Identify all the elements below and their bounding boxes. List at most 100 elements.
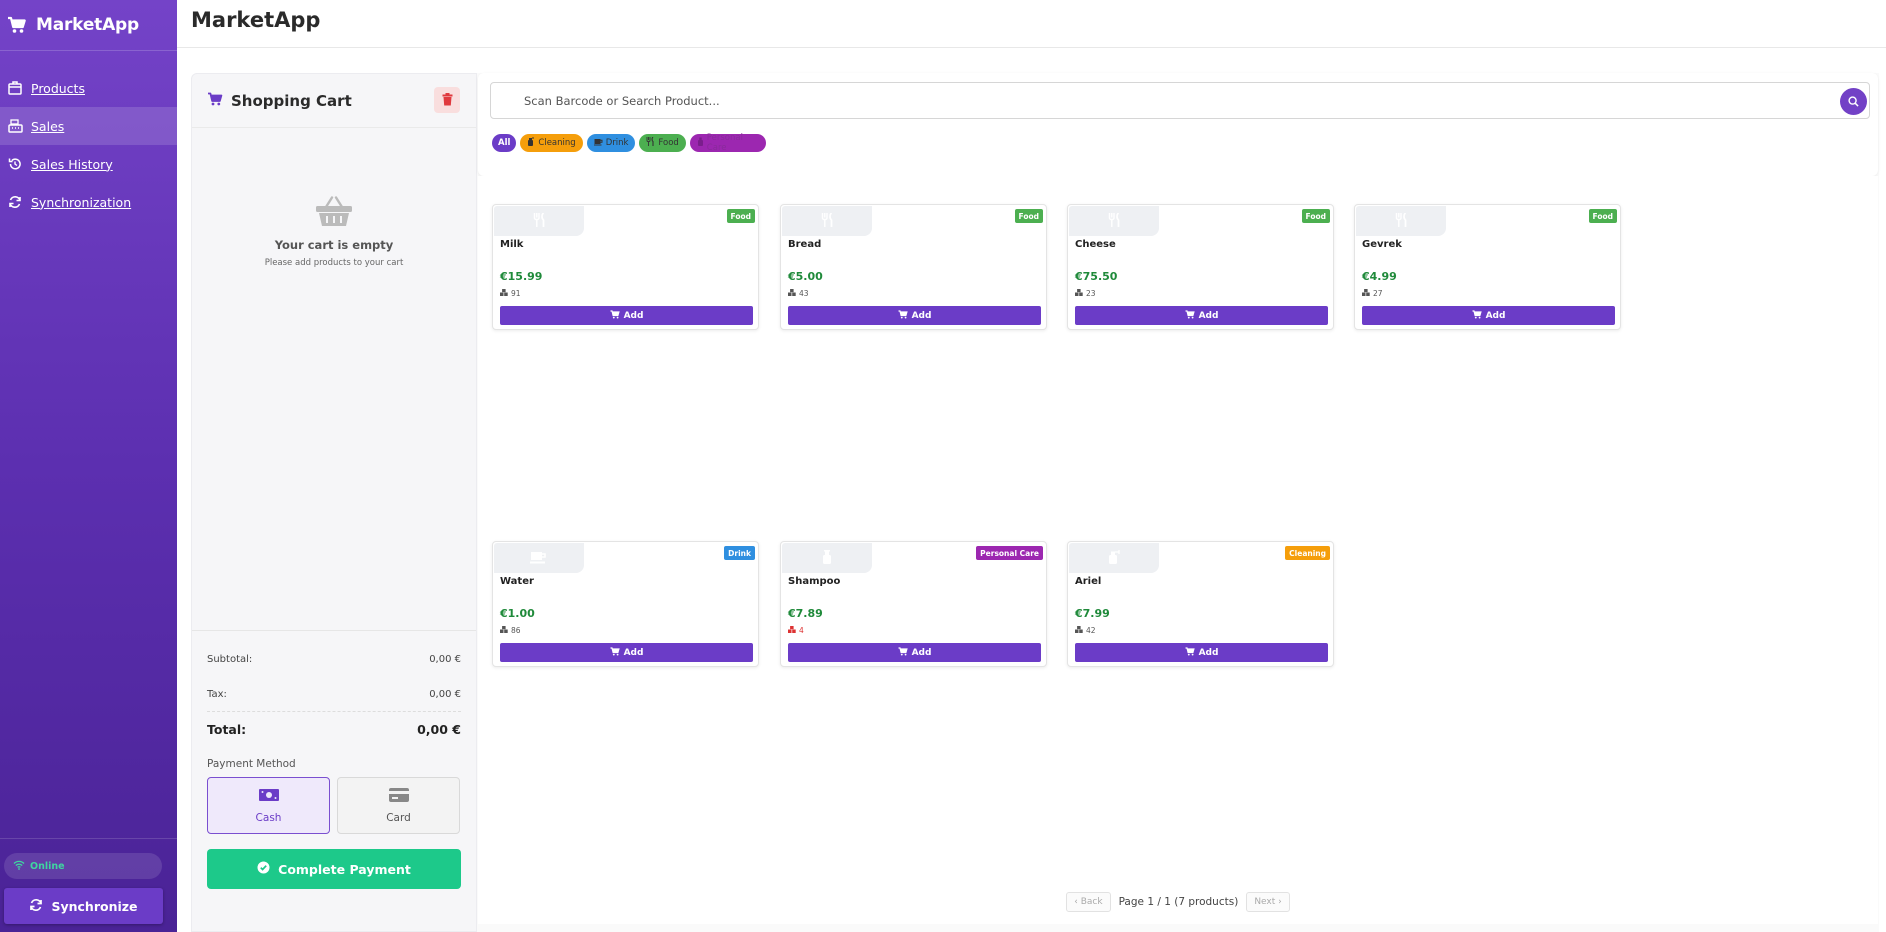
empty-cart-subtitle: Please add products to your cart — [264, 258, 404, 268]
sidebar-item-label: Synchronization — [31, 194, 132, 210]
add-to-cart-button[interactable]: Add — [1075, 306, 1328, 325]
add-to-cart-button[interactable]: Add — [788, 306, 1041, 325]
wifi-icon — [13, 860, 25, 873]
cup-icon — [593, 138, 603, 149]
filter-chip-personal-care[interactable]: Personal Care — [689, 133, 766, 153]
add-to-cart-button[interactable]: Add — [1362, 306, 1615, 325]
filter-chip-all[interactable]: All — [492, 134, 517, 152]
search-button[interactable] — [1840, 88, 1867, 115]
stock-count: 86 — [511, 626, 521, 635]
sidebar-item-label: Sales — [31, 118, 65, 134]
product-card[interactable]: Food Cheese €75.50 23 Add — [1067, 204, 1334, 330]
bottle-icon — [697, 137, 704, 149]
subtotal-value: 0,00 € — [429, 654, 461, 665]
product-card[interactable]: Personal Care Shampoo €7.89 4 Add — [780, 541, 1047, 667]
utensils-icon — [1108, 211, 1121, 231]
product-price: €15.99 — [500, 270, 543, 283]
product-name: Shampoo — [788, 576, 841, 587]
sync-icon — [7, 194, 23, 210]
history-icon — [7, 156, 23, 172]
payment-card-option[interactable]: Card — [337, 777, 460, 834]
app-name: MarketApp — [36, 15, 139, 35]
cart-plus-icon — [1185, 309, 1195, 322]
add-label: Add — [911, 310, 932, 321]
complete-payment-button[interactable]: Complete Payment — [207, 849, 461, 889]
product-name: Gevrek — [1362, 239, 1402, 250]
empty-cart-message: Your cart is empty Please add products t… — [192, 196, 476, 268]
sidebar-item-label: Sales History — [31, 156, 113, 172]
sidebar-nav: Products Sales Sales History Synchroniza… — [0, 69, 177, 221]
stock-count: 43 — [799, 289, 809, 298]
product-stock: 86 — [500, 626, 521, 635]
filter-chip-label: Drink — [605, 138, 629, 148]
product-card[interactable]: Food Milk €15.99 91 Add — [492, 204, 759, 330]
sidebar-item-label: Products — [31, 80, 85, 96]
boxes-icon — [788, 626, 796, 635]
total-label: Total: — [207, 722, 247, 737]
add-to-cart-button[interactable]: Add — [500, 643, 753, 662]
box-icon — [7, 80, 23, 96]
add-label: Add — [623, 647, 644, 658]
category-badge: Drink — [724, 546, 755, 560]
synchronize-button[interactable]: Synchronize — [4, 888, 163, 924]
total-value: 0,00 € — [417, 722, 461, 737]
add-to-cart-button[interactable]: Add — [788, 643, 1041, 662]
sidebar-item-sales[interactable]: Sales — [0, 107, 177, 145]
cart-plus-icon — [898, 309, 908, 322]
category-filters: All Cleaning Drink Food Personal Care — [492, 133, 766, 153]
boxes-icon — [788, 289, 796, 298]
pagination: ‹ Back Page 1 / 1 (7 products) Next › — [477, 892, 1879, 912]
cup-icon — [530, 549, 548, 568]
cart-plus-icon — [610, 309, 620, 322]
product-image — [1069, 543, 1159, 573]
cart-plus-icon — [898, 646, 908, 659]
sidebar-item-products[interactable]: Products — [0, 69, 177, 107]
credit-card-icon — [388, 787, 410, 806]
product-name: Milk — [500, 239, 524, 250]
sidebar-item-sales-history[interactable]: Sales History — [0, 145, 177, 183]
filter-chip-cleaning[interactable]: Cleaning — [520, 134, 583, 152]
clear-cart-button[interactable] — [434, 87, 460, 113]
pagination-back-button[interactable]: ‹ Back — [1066, 892, 1111, 912]
stock-count: 4 — [799, 626, 804, 635]
payment-cash-option[interactable]: Cash — [207, 777, 330, 834]
page-title: MarketApp — [191, 8, 321, 32]
cart-plus-icon — [1472, 309, 1482, 322]
sync-icon — [29, 898, 43, 915]
synchronize-label: Synchronize — [51, 898, 138, 914]
product-price: €5.00 — [788, 270, 823, 283]
pagination-next-button[interactable]: Next › — [1246, 892, 1290, 912]
cart-plus-icon — [1185, 646, 1195, 659]
tax-value: 0,00 € — [429, 689, 461, 700]
tax-label: Tax: — [207, 689, 227, 700]
add-label: Add — [1198, 310, 1219, 321]
category-badge: Food — [1014, 209, 1043, 223]
product-card[interactable]: Cleaning Ariel €7.99 42 Add — [1067, 541, 1334, 667]
product-image — [782, 206, 872, 236]
brand[interactable]: MarketApp — [0, 0, 177, 51]
basket-icon — [315, 196, 353, 228]
filter-chip-label: Personal Care — [706, 133, 743, 153]
product-image — [1069, 206, 1159, 236]
add-to-cart-button[interactable]: Add — [1075, 643, 1328, 662]
product-name: Ariel — [1075, 576, 1102, 587]
cart-title: Shopping Cart — [231, 91, 352, 110]
filter-chip-drink[interactable]: Drink — [586, 134, 636, 152]
product-stock: 27 — [1362, 289, 1383, 298]
add-to-cart-button[interactable]: Add — [500, 306, 753, 325]
product-image — [494, 543, 584, 573]
search-input[interactable] — [491, 83, 1869, 118]
payment-card-label: Card — [386, 812, 411, 824]
filter-chip-food[interactable]: Food — [639, 134, 686, 152]
sidebar-item-synchronization[interactable]: Synchronization — [0, 183, 177, 221]
search-icon — [1848, 92, 1859, 111]
product-card[interactable]: Food Gevrek €4.99 27 Add — [1354, 204, 1621, 330]
product-name: Water — [500, 576, 534, 587]
product-card[interactable]: Food Bread €5.00 43 Add — [780, 204, 1047, 330]
add-label: Add — [1198, 647, 1219, 658]
product-card[interactable]: Drink Water €1.00 86 Add — [492, 541, 759, 667]
stock-count: 91 — [511, 289, 521, 298]
product-price: €1.00 — [500, 607, 535, 620]
cash-icon — [258, 787, 280, 806]
stock-count: 23 — [1086, 289, 1096, 298]
